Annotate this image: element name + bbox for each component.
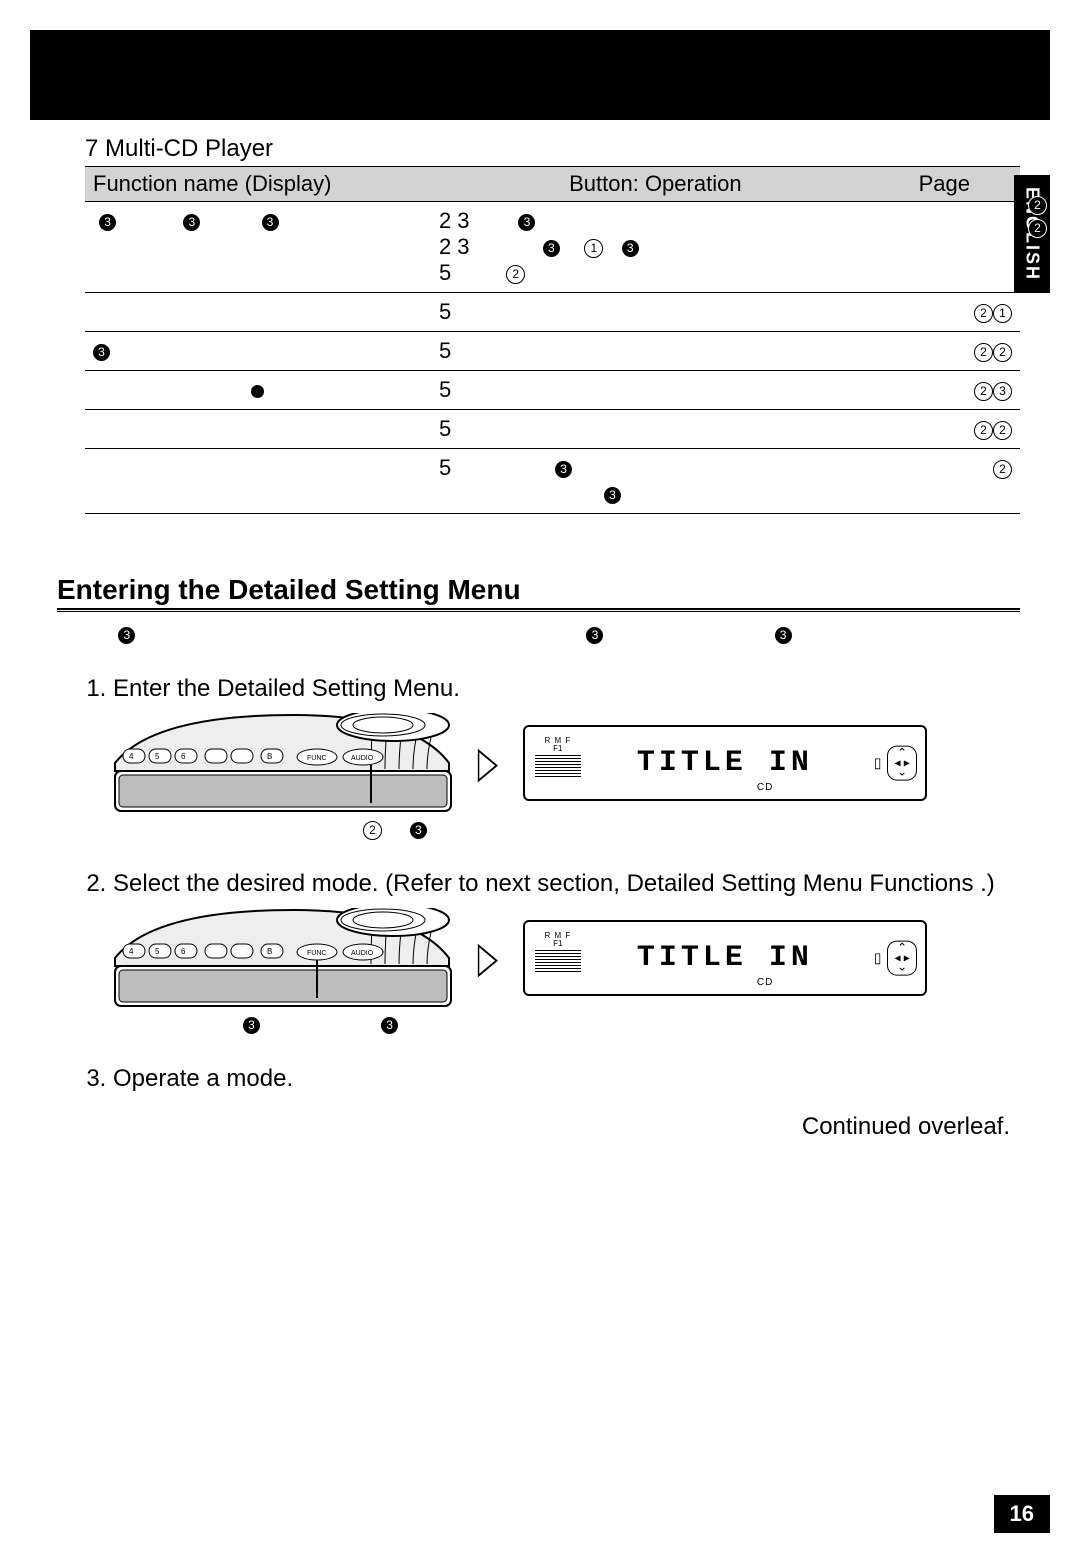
svg-text:4: 4 bbox=[129, 947, 134, 956]
cell: 2 3 bbox=[439, 208, 470, 233]
figure-row-2: 4 5 6 B FUNC AUDIO bbox=[113, 908, 1020, 1008]
step-1: Enter the Detailed Setting Menu. bbox=[113, 675, 1020, 842]
arrow-icon: ▷ bbox=[478, 936, 498, 980]
table-row: 3 5 22 bbox=[85, 332, 1020, 371]
step-2: Select the desired mode. (Refer to next … bbox=[113, 870, 1020, 1037]
th-function: Function name (Display) bbox=[85, 167, 431, 202]
svg-text:B: B bbox=[267, 752, 272, 761]
svg-text:5: 5 bbox=[155, 752, 160, 761]
source-title: 7 Multi-CD Player bbox=[85, 135, 1020, 163]
manual-page: ENGLISH 2 2 7 Multi-CD Player Function n… bbox=[0, 30, 1080, 1563]
figure-row-1: 4 5 6 B FUNC AUDIO bbox=[113, 713, 1020, 813]
lcd-main-text: TITLE IN bbox=[637, 746, 813, 780]
device-diagram: 4 5 6 B FUNC AUDIO bbox=[113, 713, 453, 813]
cell: 5 bbox=[439, 416, 451, 441]
page-number: 16 bbox=[994, 1495, 1050, 1533]
function-table: Function name (Display) Button: Operatio… bbox=[85, 166, 1020, 514]
lcd-panel: R M F F1 TITLE IN CD ▯ ⌃◂ ▸⌄ bbox=[523, 725, 927, 801]
step-text: Operate a mode. bbox=[113, 1065, 293, 1092]
th-operation: Button: Operation bbox=[431, 167, 880, 202]
device-diagram: 4 5 6 B FUNC AUDIO bbox=[113, 908, 453, 1008]
table-header-row: Function name (Display) Button: Operatio… bbox=[85, 167, 1020, 202]
figure-caption-1: 2 3 bbox=[113, 819, 1020, 842]
lcd-main-text: TITLE IN bbox=[637, 941, 813, 975]
svg-text:AUDIO: AUDIO bbox=[351, 950, 374, 957]
table-row: 5 21 bbox=[85, 293, 1020, 332]
section-heading: Entering the Detailed Setting Menu bbox=[57, 574, 1020, 606]
svg-text:6: 6 bbox=[181, 947, 186, 956]
svg-text:FUNC: FUNC bbox=[307, 950, 326, 957]
svg-text:B: B bbox=[267, 947, 272, 956]
svg-text:6: 6 bbox=[181, 752, 186, 761]
content-area: 7 Multi-CD Player Function name (Display… bbox=[0, 120, 1080, 1141]
svg-text:AUDIO: AUDIO bbox=[351, 755, 374, 762]
steps-list: Enter the Detailed Setting Menu. bbox=[85, 675, 1020, 1093]
svg-text:5: 5 bbox=[155, 947, 160, 956]
table-row: 3 3 3 2 3 3 2 3 3 1 3 5 2 bbox=[85, 202, 1020, 293]
cell: 5 bbox=[439, 299, 451, 324]
dot-icon bbox=[251, 385, 264, 398]
cell: 5 bbox=[439, 338, 451, 363]
th-page: Page bbox=[880, 167, 1020, 202]
step-text: Enter the Detailed Setting Menu. bbox=[113, 675, 460, 702]
figure-caption-2: 3 3 bbox=[113, 1014, 1020, 1037]
svg-text:FUNC: FUNC bbox=[307, 755, 326, 762]
intro-markers: 3 3 3 bbox=[85, 624, 1020, 647]
lcd-sub-text: CD bbox=[757, 977, 773, 988]
step-3: Operate a mode. bbox=[113, 1065, 1020, 1093]
table-row: 5 3 3 2 bbox=[85, 449, 1020, 514]
cell: 2 3 bbox=[439, 234, 470, 259]
svg-text:4: 4 bbox=[129, 752, 134, 761]
header-black-bar bbox=[30, 30, 1050, 120]
table-row: 5 22 bbox=[85, 410, 1020, 449]
continued-text: Continued overleaf. bbox=[85, 1113, 1020, 1141]
lcd-panel: R M F F1 TITLE IN CD ▯ ⌃◂ ▸⌄ bbox=[523, 920, 927, 996]
step-text: Select the desired mode. (Refer to next … bbox=[113, 870, 995, 897]
cell: 5 bbox=[439, 377, 451, 402]
arrow-icon: ▷ bbox=[478, 741, 498, 785]
table-row: 5 23 bbox=[85, 371, 1020, 410]
lcd-sub-text: CD bbox=[757, 782, 773, 793]
section-rule bbox=[57, 608, 1020, 612]
side-numbers: 2 2 bbox=[1028, 195, 1047, 240]
cell: 5 bbox=[439, 455, 451, 480]
